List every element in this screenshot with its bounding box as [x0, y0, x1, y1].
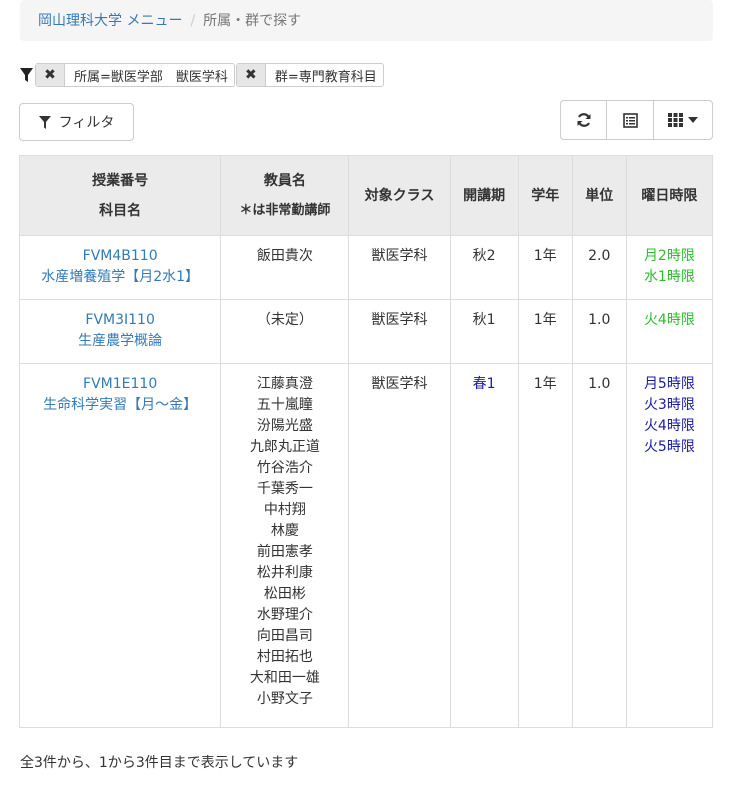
- breadcrumb-separator: /: [190, 13, 196, 29]
- teacher-name: 千葉秀一: [256, 481, 313, 497]
- filter-chip-label: 所属=獣医学部 獣医学科: [74, 69, 228, 85]
- list-view-button[interactable]: [607, 100, 654, 140]
- refresh-icon: [577, 113, 590, 127]
- teacher-cell: 江藤真澄 五十嵐瞳 汾陽光盛 九郎丸正道 竹谷浩介 千葉秀一 中村翔 林慶 前田…: [220, 363, 350, 728]
- teacher-name: 水野理介: [256, 607, 313, 623]
- course-title-link[interactable]: 生命科学実習【月～金】: [24, 395, 216, 416]
- term-cell: 春1: [449, 363, 519, 728]
- year-cell: 1年: [517, 299, 573, 364]
- filter-icon: [20, 68, 33, 82]
- course-title-link[interactable]: 生産農学概論: [24, 331, 216, 352]
- teacher-name: 汾陽光盛: [256, 418, 313, 434]
- class-cell: 獣医学科: [348, 299, 451, 364]
- column-header-schedule[interactable]: 曜日時限: [625, 155, 714, 236]
- table-row: FVM1E110 生命科学実習【月～金】 江藤真澄 五十嵐瞳 汾陽光盛 九郎丸正…: [18, 363, 714, 728]
- teacher-name: 松田彬: [263, 586, 306, 602]
- remove-filter-icon[interactable]: ✖: [36, 64, 65, 86]
- schedule-slot: 火3時限: [643, 397, 695, 413]
- caret-down-icon: [688, 117, 698, 123]
- breadcrumb-home-link[interactable]: 岡山理科大学 メニュー: [38, 13, 182, 29]
- teacher-name: 前田憲孝: [256, 544, 313, 560]
- filter-button[interactable]: フィルタ: [19, 103, 134, 141]
- teacher-name: 江藤真澄: [256, 376, 313, 392]
- column-header-credits[interactable]: 単位: [571, 155, 627, 236]
- schedule-slot: 水1時限: [643, 269, 695, 285]
- course-code-link[interactable]: FVM4B110: [24, 246, 216, 267]
- teacher-name: 中村翔: [263, 502, 306, 518]
- course-code-link[interactable]: FVM3I110: [24, 310, 216, 331]
- teacher-name: 林慶: [270, 523, 299, 539]
- course-cell: FVM3I110 生産農学概論: [18, 299, 222, 364]
- teacher-name: 小野文子: [256, 691, 313, 707]
- column-header-class[interactable]: 対象クラス: [348, 155, 451, 236]
- teacher-name: （未定）: [256, 312, 313, 328]
- course-cell: FVM4B110 水産増養殖学【月2水1】: [18, 235, 222, 300]
- remove-filter-icon[interactable]: ✖: [236, 64, 266, 86]
- active-filters: ✖ 所属=獣医学部 獣医学科 ✖ 群=専門教育科目: [20, 63, 385, 87]
- breadcrumb: 岡山理科大学 メニュー / 所属・群で探す: [20, 0, 713, 41]
- column-header-teacher[interactable]: 教員名 ＊は非常勤講師: [220, 155, 350, 236]
- list-icon: [622, 112, 638, 128]
- schedule-cell: 月2時限 水1時限: [625, 235, 714, 300]
- filter-icon: [38, 115, 51, 129]
- schedule-cell: 月5時限 火3時限 火4時限 火5時限: [625, 363, 714, 728]
- teacher-cell: （未定）: [220, 299, 350, 364]
- view-toolbar: [560, 100, 713, 140]
- table-row: FVM3I110 生産農学概論 （未定） 獣医学科 秋1 1年 1.0 火4時限: [18, 299, 714, 364]
- schedule-slot: 月2時限: [643, 248, 695, 264]
- teacher-cell: 飯田貴次: [220, 235, 350, 300]
- filter-chip-group: ✖ 群=専門教育科目: [235, 63, 384, 87]
- year-cell: 1年: [517, 363, 573, 728]
- teacher-name: 大和田一雄: [249, 670, 320, 686]
- credits-cell: 2.0: [571, 235, 627, 300]
- teacher-name: 向田昌司: [256, 628, 313, 644]
- term-cell: 秋2: [449, 235, 519, 300]
- teacher-name: 飯田貴次: [256, 248, 313, 264]
- teacher-name: 五十嵐瞳: [256, 397, 313, 413]
- schedule-slot: 火4時限: [643, 418, 695, 434]
- filter-chip-label: 群=専門教育科目: [274, 69, 377, 85]
- credits-cell: 1.0: [571, 363, 627, 728]
- schedule-cell: 火4時限: [625, 299, 714, 364]
- filter-button-label: フィルタ: [58, 115, 115, 131]
- columns-dropdown-button[interactable]: [654, 100, 713, 140]
- teacher-name: 竹谷浩介: [256, 460, 313, 476]
- teacher-name: 九郎丸正道: [249, 439, 320, 455]
- credits-cell: 1.0: [571, 299, 627, 364]
- column-header-year[interactable]: 学年: [517, 155, 573, 236]
- schedule-slot: 火4時限: [643, 312, 695, 328]
- filter-chip-affiliation: ✖ 所属=獣医学部 獣医学科: [35, 63, 235, 87]
- course-code-link[interactable]: FVM1E110: [24, 374, 216, 395]
- course-table: 授業番号 科目名 教員名 ＊は非常勤講師 対象クラス 開講期 学年 単位 曜日時限 …: [18, 155, 714, 728]
- schedule-slot: 火5時限: [643, 439, 695, 455]
- table-header-row: 授業番号 科目名 教員名 ＊は非常勤講師 対象クラス 開講期 学年 単位 曜日時限: [18, 155, 714, 236]
- table-row: FVM4B110 水産増養殖学【月2水1】 飯田貴次 獣医学科 秋2 1年 2.…: [18, 235, 714, 300]
- course-cell: FVM1E110 生命科学実習【月～金】: [18, 363, 222, 728]
- schedule-slot: 月5時限: [643, 376, 695, 392]
- teacher-name: 村田拓也: [256, 649, 313, 665]
- column-header-code[interactable]: 授業番号 科目名: [18, 155, 222, 236]
- class-cell: 獣医学科: [348, 235, 451, 300]
- refresh-button[interactable]: [560, 100, 607, 140]
- column-header-term[interactable]: 開講期: [449, 155, 519, 236]
- grid-icon: [668, 113, 683, 127]
- class-cell: 獣医学科: [348, 363, 451, 728]
- breadcrumb-current: 所属・群で探す: [203, 13, 302, 29]
- year-cell: 1年: [517, 235, 573, 300]
- pagination-summary: 全3件から、1から3件目まで表示しています: [20, 755, 299, 771]
- teacher-name: 松井利康: [256, 565, 313, 581]
- course-title-link[interactable]: 水産増養殖学【月2水1】: [24, 267, 216, 288]
- term-cell: 秋1: [449, 299, 519, 364]
